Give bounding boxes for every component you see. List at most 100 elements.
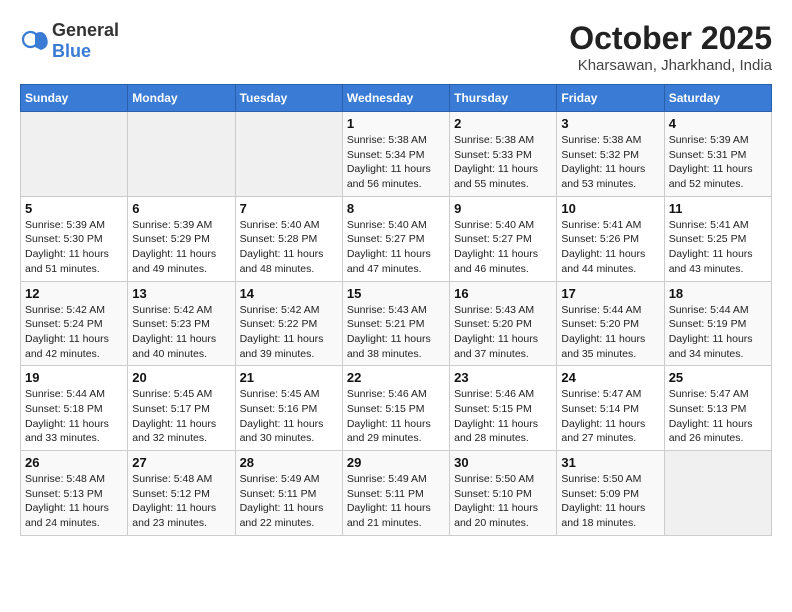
calendar-cell: 29 Sunrise: 5:49 AMSunset: 5:11 PMDayligh… [342, 451, 449, 536]
day-number: 29 [347, 455, 445, 470]
day-number: 9 [454, 201, 552, 216]
calendar-cell: 24 Sunrise: 5:47 AMSunset: 5:14 PMDayligh… [557, 366, 664, 451]
cell-info: Sunrise: 5:49 AMSunset: 5:11 PMDaylight:… [347, 472, 445, 531]
calendar-cell: 13Sunrise: 5:42 AMSunset: 5:23 PMDayligh… [128, 281, 235, 366]
day-number: 17 [561, 286, 659, 301]
calendar-cell: 31Sunrise: 5:50 AMSunset: 5:09 PMDayligh… [557, 451, 664, 536]
day-number: 28 [240, 455, 338, 470]
calendar-cell: 28 Sunrise: 5:49 AMSunset: 5:11 PMDayligh… [235, 451, 342, 536]
cell-info: Sunrise: 5:39 AMSunset: 5:29 PMDaylight:… [132, 218, 230, 277]
week-row-3: 12Sunrise: 5:42 AMSunset: 5:24 PMDayligh… [21, 281, 772, 366]
calendar-cell: 4 Sunrise: 5:39 AMSunset: 5:31 PMDaylight… [664, 112, 771, 197]
day-number: 8 [347, 201, 445, 216]
day-number: 6 [132, 201, 230, 216]
calendar-cell: 1 Sunrise: 5:38 AMSunset: 5:34 PMDaylight… [342, 112, 449, 197]
calendar-cell: 2 Sunrise: 5:38 AMSunset: 5:33 PMDaylight… [450, 112, 557, 197]
calendar-cell: 25 Sunrise: 5:47 AMSunset: 5:13 PMDayligh… [664, 366, 771, 451]
calendar-cell: 15 Sunrise: 5:43 AMSunset: 5:21 PMDayligh… [342, 281, 449, 366]
calendar-cell: 16 Sunrise: 5:43 AMSunset: 5:20 PMDayligh… [450, 281, 557, 366]
cell-info: Sunrise: 5:50 AMSunset: 5:09 PMDaylight:… [561, 472, 659, 531]
location: Kharsawan, Jharkhand, India [569, 57, 772, 74]
calendar-cell [664, 451, 771, 536]
calendar-cell: 14 Sunrise: 5:42 AMSunset: 5:22 PMDayligh… [235, 281, 342, 366]
cell-info: Sunrise: 5:47 AMSunset: 5:14 PMDaylight:… [561, 387, 659, 446]
calendar-cell: 12Sunrise: 5:42 AMSunset: 5:24 PMDayligh… [21, 281, 128, 366]
cell-info: Sunrise: 5:45 AMSunset: 5:17 PMDaylight:… [132, 387, 230, 446]
day-number: 5 [25, 201, 123, 216]
day-number: 2 [454, 116, 552, 131]
calendar-cell: 18 Sunrise: 5:44 AMSunset: 5:19 PMDayligh… [664, 281, 771, 366]
week-row-5: 26Sunrise: 5:48 AMSunset: 5:13 PMDayligh… [21, 451, 772, 536]
cell-info: Sunrise: 5:42 AMSunset: 5:22 PMDaylight:… [240, 303, 338, 362]
calendar-cell: 19 Sunrise: 5:44 AMSunset: 5:18 PMDayligh… [21, 366, 128, 451]
calendar-cell: 26Sunrise: 5:48 AMSunset: 5:13 PMDayligh… [21, 451, 128, 536]
weekday-header-wednesday: Wednesday [342, 85, 449, 112]
cell-info: Sunrise: 5:38 AMSunset: 5:34 PMDaylight:… [347, 133, 445, 192]
cell-info: Sunrise: 5:45 AMSunset: 5:16 PMDaylight:… [240, 387, 338, 446]
day-number: 18 [669, 286, 767, 301]
calendar-cell: 9 Sunrise: 5:40 AMSunset: 5:27 PMDaylight… [450, 196, 557, 281]
cell-info: Sunrise: 5:49 AMSunset: 5:11 PMDaylight:… [240, 472, 338, 531]
calendar-cell: 27 Sunrise: 5:48 AMSunset: 5:12 PMDayligh… [128, 451, 235, 536]
day-number: 24 [561, 370, 659, 385]
cell-info: Sunrise: 5:47 AMSunset: 5:13 PMDaylight:… [669, 387, 767, 446]
cell-info: Sunrise: 5:40 AMSunset: 5:28 PMDaylight:… [240, 218, 338, 277]
cell-info: Sunrise: 5:46 AMSunset: 5:15 PMDaylight:… [347, 387, 445, 446]
weekday-header-sunday: Sunday [21, 85, 128, 112]
calendar-cell: 3Sunrise: 5:38 AMSunset: 5:32 PMDaylight… [557, 112, 664, 197]
cell-info: Sunrise: 5:41 AMSunset: 5:26 PMDaylight:… [561, 218, 659, 277]
weekday-header-monday: Monday [128, 85, 235, 112]
calendar-cell: 6 Sunrise: 5:39 AMSunset: 5:29 PMDaylight… [128, 196, 235, 281]
cell-info: Sunrise: 5:42 AMSunset: 5:24 PMDaylight:… [25, 303, 123, 362]
page-header: General Blue October 2025 Kharsawan, Jha… [20, 20, 772, 74]
week-row-1: 1 Sunrise: 5:38 AMSunset: 5:34 PMDaylight… [21, 112, 772, 197]
cell-info: Sunrise: 5:48 AMSunset: 5:12 PMDaylight:… [132, 472, 230, 531]
cell-info: Sunrise: 5:46 AMSunset: 5:15 PMDaylight:… [454, 387, 552, 446]
day-number: 11 [669, 201, 767, 216]
week-row-2: 5 Sunrise: 5:39 AMSunset: 5:30 PMDaylight… [21, 196, 772, 281]
cell-info: Sunrise: 5:43 AMSunset: 5:20 PMDaylight:… [454, 303, 552, 362]
month-year: October 2025 [569, 20, 772, 57]
cell-info: Sunrise: 5:40 AMSunset: 5:27 PMDaylight:… [454, 218, 552, 277]
day-number: 16 [454, 286, 552, 301]
cell-info: Sunrise: 5:44 AMSunset: 5:18 PMDaylight:… [25, 387, 123, 446]
calendar-cell: 30 Sunrise: 5:50 AMSunset: 5:10 PMDayligh… [450, 451, 557, 536]
day-number: 1 [347, 116, 445, 131]
calendar-cell: 21Sunrise: 5:45 AMSunset: 5:16 PMDayligh… [235, 366, 342, 451]
weekday-header-friday: Friday [557, 85, 664, 112]
day-number: 3 [561, 116, 659, 131]
day-number: 22 [347, 370, 445, 385]
cell-info: Sunrise: 5:44 AMSunset: 5:20 PMDaylight:… [561, 303, 659, 362]
cell-info: Sunrise: 5:44 AMSunset: 5:19 PMDaylight:… [669, 303, 767, 362]
day-number: 27 [132, 455, 230, 470]
calendar-cell: 8 Sunrise: 5:40 AMSunset: 5:27 PMDaylight… [342, 196, 449, 281]
weekday-header-thursday: Thursday [450, 85, 557, 112]
calendar-cell: 20 Sunrise: 5:45 AMSunset: 5:17 PMDayligh… [128, 366, 235, 451]
cell-info: Sunrise: 5:39 AMSunset: 5:30 PMDaylight:… [25, 218, 123, 277]
day-number: 7 [240, 201, 338, 216]
title-area: October 2025 Kharsawan, Jharkhand, India [569, 20, 772, 74]
cell-info: Sunrise: 5:39 AMSunset: 5:31 PMDaylight:… [669, 133, 767, 192]
calendar-table: SundayMondayTuesdayWednesdayThursdayFrid… [20, 84, 772, 536]
calendar-cell: 23 Sunrise: 5:46 AMSunset: 5:15 PMDayligh… [450, 366, 557, 451]
day-number: 19 [25, 370, 123, 385]
calendar-cell: 7 Sunrise: 5:40 AMSunset: 5:28 PMDaylight… [235, 196, 342, 281]
calendar-cell: 5 Sunrise: 5:39 AMSunset: 5:30 PMDaylight… [21, 196, 128, 281]
calendar-cell [235, 112, 342, 197]
day-number: 25 [669, 370, 767, 385]
cell-info: Sunrise: 5:50 AMSunset: 5:10 PMDaylight:… [454, 472, 552, 531]
cell-info: Sunrise: 5:43 AMSunset: 5:21 PMDaylight:… [347, 303, 445, 362]
day-number: 15 [347, 286, 445, 301]
weekday-header-tuesday: Tuesday [235, 85, 342, 112]
weekday-header-saturday: Saturday [664, 85, 771, 112]
day-number: 20 [132, 370, 230, 385]
day-number: 30 [454, 455, 552, 470]
cell-info: Sunrise: 5:40 AMSunset: 5:27 PMDaylight:… [347, 218, 445, 277]
logo-text-general: General [52, 20, 119, 40]
day-number: 10 [561, 201, 659, 216]
day-number: 14 [240, 286, 338, 301]
day-number: 4 [669, 116, 767, 131]
week-row-4: 19 Sunrise: 5:44 AMSunset: 5:18 PMDayligh… [21, 366, 772, 451]
cell-info: Sunrise: 5:38 AMSunset: 5:33 PMDaylight:… [454, 133, 552, 192]
day-number: 23 [454, 370, 552, 385]
